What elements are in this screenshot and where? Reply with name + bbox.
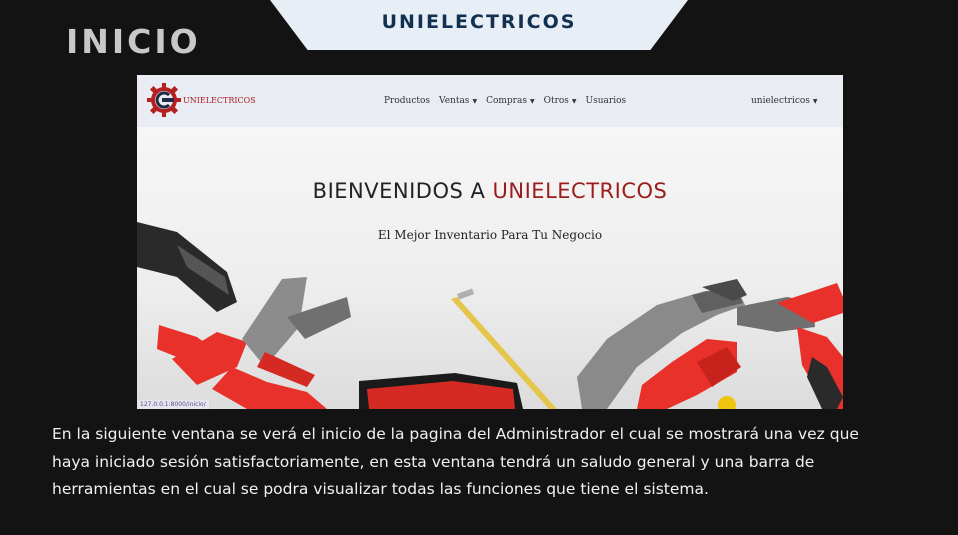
app-navbar: UNIELECTRICOS Productos Ventas ▼ Compras… (137, 75, 843, 127)
app-screenshot: UNIELECTRICOS Productos Ventas ▼ Compras… (137, 75, 843, 409)
nav-item-label: Otros (543, 96, 569, 106)
user-menu[interactable]: unielectricos ▼ (751, 96, 818, 106)
nav-item-otros[interactable]: Otros ▼ (544, 96, 577, 106)
brand[interactable]: UNIELECTRICOS (147, 83, 256, 117)
banner-title: UNIELECTRICOS (381, 11, 577, 33)
brand-name: UNIELECTRICOS (183, 95, 256, 105)
nav-item-usuarios[interactable]: Usuarios (586, 96, 627, 106)
nav-item-label: Productos (384, 96, 431, 106)
nav-item-label: Compras (486, 96, 527, 106)
nav-item-compras[interactable]: Compras ▼ (486, 96, 535, 106)
nav-item-ventas[interactable]: Ventas ▼ (439, 96, 477, 106)
caret-down-icon: ▼ (571, 97, 577, 105)
nav-item-productos[interactable]: Productos (384, 96, 430, 106)
slide-description: En la siguiente ventana se verá el inici… (52, 425, 859, 498)
user-name: unielectricos (751, 96, 810, 106)
hero-title: BIENVENIDOS A UNIELECTRICOS (137, 179, 843, 203)
nav-menu: Productos Ventas ▼ Compras ▼ Otros ▼ Usu… (384, 96, 626, 106)
hero-title-prefix: BIENVENIDOS A (312, 179, 493, 203)
caret-down-icon: ▼ (812, 97, 818, 105)
caret-down-icon: ▼ (529, 97, 535, 105)
gear-logo-icon (147, 83, 181, 117)
nav-item-label: Ventas (439, 96, 470, 106)
hero-title-brand: UNIELECTRICOS (492, 179, 668, 203)
top-banner: UNIELECTRICOS (270, 0, 688, 50)
status-url: 127.0.0.1:8000/inicio/ (137, 400, 209, 409)
nav-item-label: Usuarios (585, 96, 627, 106)
tools-illustration (137, 222, 843, 409)
caret-down-icon: ▼ (472, 97, 478, 105)
hero-subtitle: El Mejor Inventario Para Tu Negocio (377, 228, 603, 242)
slide-title: INICIO (66, 22, 201, 61)
